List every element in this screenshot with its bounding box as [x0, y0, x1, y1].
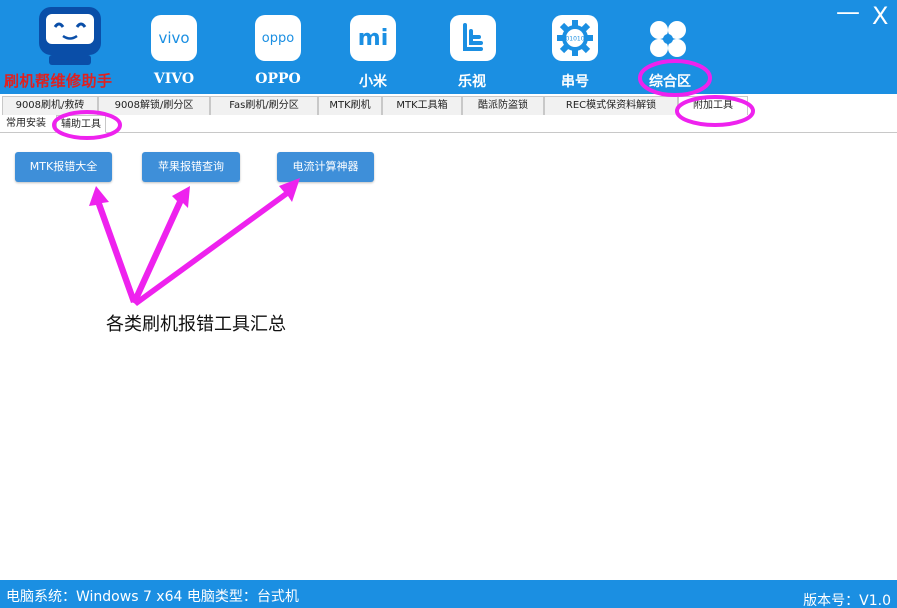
- minimize-button[interactable]: —: [836, 0, 860, 26]
- nav-item-general[interactable]: 综合区: [620, 13, 720, 93]
- nav-item-oppo[interactable]: oppo OPPO: [228, 13, 328, 93]
- app-title: 刷机帮维修助手: [4, 72, 113, 90]
- nav-item-xiaomi[interactable]: mi 小米: [323, 13, 423, 93]
- tab-mtk-flash[interactable]: MTK刷机: [318, 96, 382, 115]
- nav-label-letv: 乐视: [458, 74, 486, 90]
- annotation-text: 各类刷机报错工具汇总: [106, 314, 286, 335]
- nav-label-oppo: OPPO: [255, 71, 301, 87]
- clover-icon: [648, 19, 688, 59]
- tab-helper-tools[interactable]: 辅助工具: [56, 115, 106, 133]
- tab-common-install[interactable]: 常用安装: [6, 115, 46, 133]
- close-button[interactable]: X: [872, 2, 888, 30]
- xiaomi-icon: mi: [350, 15, 396, 61]
- apple-error-lookup-button[interactable]: 苹果报错查询: [142, 152, 240, 182]
- tab-extra-tools[interactable]: 附加工具: [678, 96, 748, 115]
- oppo-icon: oppo: [255, 15, 301, 61]
- system-info-text: 电脑系统：Windows 7 x64 电脑类型：台式机: [6, 589, 299, 605]
- tab-9008-unlock[interactable]: 9008解锁/刷分区: [98, 96, 210, 115]
- mtk-error-guide-button[interactable]: MTK报错大全: [15, 152, 112, 182]
- tab-rec-unlock[interactable]: REC模式保资料解锁: [544, 96, 678, 115]
- gear-icon: 01010: [552, 15, 598, 61]
- nav-item-imei[interactable]: 01010 串号: [525, 13, 625, 93]
- primary-tab-bar: 9008刷机/救砖 9008解锁/刷分区 Fas刷机/刷分区 MTK刷机 MTK…: [0, 96, 897, 115]
- tab-fas-flash[interactable]: Fas刷机/刷分区: [210, 96, 318, 115]
- nav-item-letv[interactable]: 乐视: [422, 13, 522, 93]
- arrow-to-apple-button: [131, 186, 190, 304]
- version-text: 版本号：V1.0: [803, 593, 891, 608]
- nav-label-imei: 串号: [561, 74, 589, 90]
- status-bar: 电脑系统：Windows 7 x64 电脑类型：台式机 版本号：V1.0: [0, 580, 897, 608]
- current-calculator-button[interactable]: 电流计算神器: [277, 152, 374, 182]
- tab-coolpad-lock[interactable]: 酷派防盗锁: [462, 96, 544, 115]
- letv-icon: [450, 15, 496, 61]
- header-bar: 刷机帮维修助手 vivo VIVO oppo OPPO mi 小米 乐视 010…: [0, 0, 897, 94]
- nav-label-general: 综合区: [649, 74, 691, 90]
- arrow-to-mtk-button: [89, 186, 137, 303]
- robot-logo-icon: [35, 5, 105, 67]
- svg-text:01010: 01010: [565, 36, 584, 43]
- tab-9008-flash[interactable]: 9008刷机/救砖: [2, 96, 98, 115]
- vivo-icon: vivo: [151, 15, 197, 61]
- nav-label-xiaomi: 小米: [359, 74, 387, 90]
- nav-item-vivo[interactable]: vivo VIVO: [124, 13, 224, 93]
- secondary-tab-bar: 常用安装 辅助工具: [0, 115, 897, 133]
- tab-mtk-toolbox[interactable]: MTK工具箱: [382, 96, 462, 115]
- arrow-to-calculator-button: [133, 178, 300, 306]
- nav-label-vivo: VIVO: [153, 71, 195, 87]
